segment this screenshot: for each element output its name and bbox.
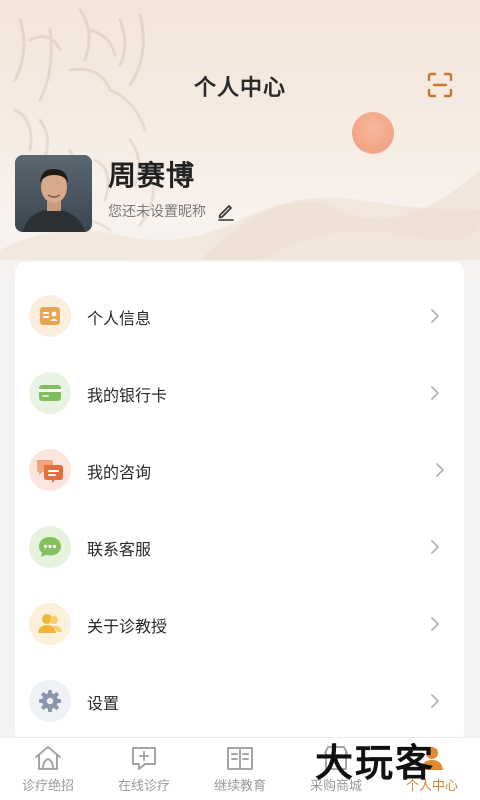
chevron-right-icon [431,540,439,554]
user-name: 周赛博 [108,159,196,192]
tab-online-consult[interactable]: 在线诊疗 [96,738,192,800]
tab-diagnosis-tips[interactable]: 诊疗绝招 [0,738,96,800]
tab-label: 在线诊疗 [117,779,170,794]
menu-item-about[interactable]: 关于诊教授 [15,594,464,654]
menu-card: 个人信息 我的银行卡 我的咨询 联系客服 关于诊教授 设置 [15,262,464,742]
scan-button[interactable] [425,70,455,100]
header-background [0,0,480,300]
book-icon [227,747,253,770]
menu-label-consultation: 我的咨询 [87,463,152,482]
avatar[interactable] [15,155,92,232]
tab-label: 个人中心 [405,779,458,794]
menu-icon-wrap [29,295,71,337]
menu-item-customer-service[interactable]: 联系客服 [15,517,464,577]
sun-decoration [352,112,394,154]
menu-label-bank-card: 我的银行卡 [87,386,168,405]
bank-card-icon [39,385,61,401]
scan-icon [427,72,453,98]
tab-label: 继续教育 [213,779,266,794]
page-title: 个人中心 [193,76,286,101]
menu-icon-wrap [29,449,71,491]
pencil-icon[interactable] [216,201,236,221]
menu-icon-wrap [29,526,71,568]
menu-item-settings[interactable]: 设置 [15,671,464,731]
menu-item-consultation[interactable]: 我的咨询 [15,440,464,500]
consult-plus-icon [132,747,156,770]
menu-label-settings: 设置 [87,694,120,713]
chevron-right-icon [431,694,439,708]
menu-icon-wrap [29,603,71,645]
users-icon [38,614,62,633]
id-card-icon [40,307,60,325]
gear-icon [39,690,61,712]
tab-label: 采购商城 [309,779,362,794]
person-icon [421,747,443,770]
tab-education[interactable]: 继续教育 [192,738,288,800]
mortar-house-icon [35,746,61,770]
chat-bubbles-icon [37,460,63,483]
nickname-row[interactable]: 您还未设置昵称 [108,200,236,222]
tab-label: 诊疗绝招 [21,779,74,794]
tab-profile[interactable]: 个人中心 [384,738,480,800]
menu-icon-wrap [29,372,71,414]
chevron-right-icon [431,309,439,323]
menu-item-bank-card[interactable]: 我的银行卡 [15,363,464,423]
nickname-hint: 您还未设置昵称 [108,204,206,220]
chevron-right-icon [431,617,439,631]
avatar-photo [15,155,92,232]
menu-label-personal-info: 个人信息 [87,309,152,328]
chevron-right-icon [436,463,444,477]
bottom-tab-bar: 诊疗绝招 在线诊疗 继续教育 采购商城 个人中心 [0,737,480,800]
chevron-right-icon [431,386,439,400]
menu-icon-wrap [29,680,71,722]
shop-icon [324,746,348,770]
message-dots-icon [39,537,61,557]
tab-shop[interactable]: 采购商城 [288,738,384,800]
menu-item-personal-info[interactable]: 个人信息 [15,286,464,346]
menu-label-customer-service: 联系客服 [87,540,152,559]
menu-label-about: 关于诊教授 [87,617,168,636]
